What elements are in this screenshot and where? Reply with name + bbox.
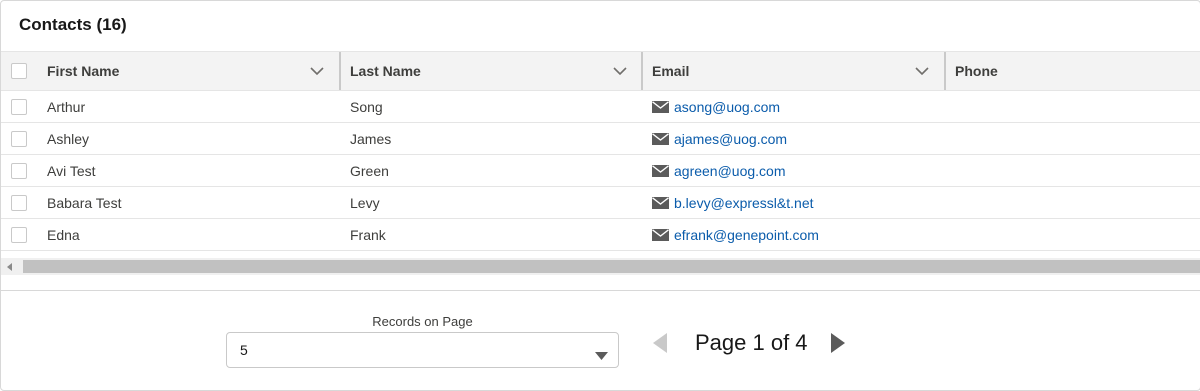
last-name-cell: Song <box>350 98 383 115</box>
records-per-page-value: 5 <box>240 342 248 358</box>
email-link[interactable]: ajames@uog.com <box>674 131 787 147</box>
first-name-cell: Ashley <box>47 130 90 147</box>
table-row: Arthur Song asong@uog.com <box>1 91 1200 123</box>
envelope-icon <box>652 132 669 145</box>
email-link[interactable]: b.levy@expressl&t.net <box>674 195 814 211</box>
row-checkbox[interactable] <box>11 131 27 147</box>
email-link[interactable]: agreen@uog.com <box>674 163 786 179</box>
contacts-table: First Name Last Name Email Phone Arthur … <box>1 51 1200 251</box>
table-row: Ashley James ajames@uog.com <box>1 123 1200 155</box>
page-indicator: Page 1 of 4 <box>695 330 808 355</box>
row-checkbox[interactable] <box>11 227 27 243</box>
envelope-icon <box>652 164 669 177</box>
row-checkbox[interactable] <box>11 99 27 115</box>
column-header-label: First Name <box>47 63 120 79</box>
table-row: Avi Test Green agreen@uog.com <box>1 155 1200 187</box>
footer-divider <box>1 290 1200 291</box>
last-name-cell: Frank <box>350 226 386 243</box>
first-name-cell: Edna <box>47 226 80 243</box>
envelope-icon <box>652 196 669 209</box>
email-cell[interactable]: ajames@uog.com <box>652 123 787 154</box>
first-name-cell: Babara Test <box>47 194 122 211</box>
email-cell[interactable]: b.levy@expressl&t.net <box>652 187 814 218</box>
column-header-last-name[interactable]: Last Name <box>342 52 642 90</box>
email-link[interactable]: asong@uog.com <box>674 99 780 115</box>
email-cell[interactable]: asong@uog.com <box>652 91 780 122</box>
last-name-cell: Levy <box>350 194 380 211</box>
scroll-left-arrow-icon[interactable] <box>1 258 19 275</box>
triangle-right-icon <box>831 333 845 353</box>
chevron-down-icon[interactable] <box>309 65 325 77</box>
caret-down-icon <box>595 347 608 363</box>
email-link[interactable]: efrank@genepoint.com <box>674 227 819 243</box>
triangle-left-icon <box>653 333 667 353</box>
email-cell[interactable]: efrank@genepoint.com <box>652 219 819 250</box>
column-header-email[interactable]: Email <box>644 52 944 90</box>
table-row: Babara Test Levy b.levy@expressl&t.net <box>1 187 1200 219</box>
next-page-button[interactable] <box>831 333 845 358</box>
column-header-label: Last Name <box>350 63 421 79</box>
contacts-card: Contacts (16) First Name Last Name Email <box>0 0 1200 391</box>
column-header-label: Phone <box>955 63 998 79</box>
column-header-label: Email <box>652 63 690 79</box>
column-header-first-name[interactable]: First Name <box>39 52 339 90</box>
records-per-page-select[interactable]: 5 <box>226 332 619 368</box>
row-checkbox[interactable] <box>11 163 27 179</box>
table-row: Edna Frank efrank@genepoint.com <box>1 219 1200 251</box>
column-divider[interactable] <box>641 52 643 90</box>
last-name-cell: James <box>350 130 392 147</box>
first-name-cell: Arthur <box>47 98 86 115</box>
chevron-down-icon[interactable] <box>914 65 930 77</box>
first-name-cell: Avi Test <box>47 162 96 179</box>
column-divider[interactable] <box>339 52 341 90</box>
table-header: First Name Last Name Email Phone <box>1 51 1200 91</box>
envelope-icon <box>652 100 669 113</box>
previous-page-button[interactable] <box>653 333 667 358</box>
column-divider[interactable] <box>944 52 946 90</box>
card-title: Contacts (16) <box>19 15 127 34</box>
select-all-checkbox[interactable] <box>11 63 27 79</box>
scrollbar-thumb[interactable] <box>23 260 1200 273</box>
envelope-icon <box>652 228 669 241</box>
column-header-phone[interactable]: Phone <box>947 52 1200 90</box>
email-cell[interactable]: agreen@uog.com <box>652 155 786 186</box>
chevron-down-icon[interactable] <box>612 65 628 77</box>
records-on-page-label: Records on Page <box>372 314 473 329</box>
last-name-cell: Green <box>350 162 389 179</box>
horizontal-scrollbar[interactable] <box>1 258 1200 275</box>
row-checkbox[interactable] <box>11 195 27 211</box>
